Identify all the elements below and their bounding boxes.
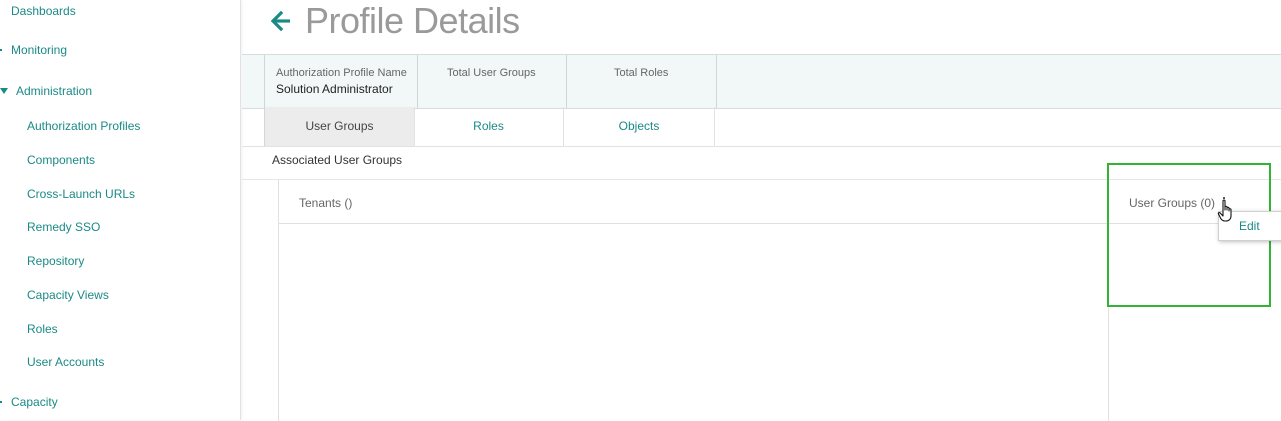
total-user-groups-label: Total User Groups <box>447 67 536 79</box>
profile-name-cell: Authorization Profile Name Solution Admi… <box>264 55 418 108</box>
sidebar-item-label: Administration <box>16 84 93 98</box>
sidebar-item-label: Roles <box>27 322 58 336</box>
sidebar-item-roles[interactable]: Roles <box>27 322 58 336</box>
sidebar-item-label: Monitoring <box>11 43 68 57</box>
sidebar-item-label: Repository <box>27 254 85 268</box>
section-title: Associated User Groups <box>272 153 403 167</box>
grid-divider <box>278 180 279 421</box>
sidebar-item-label: Cross-Launch URLs <box>27 187 136 201</box>
profile-name-value: Solution Administrator <box>276 82 393 96</box>
sidebar-item-remedy-sso[interactable]: Remedy SSO <box>27 220 100 234</box>
total-roles-label: Total Roles <box>614 67 669 79</box>
total-user-groups-cell: Total User Groups <box>417 55 567 108</box>
expanded-triangle-icon[interactable] <box>0 88 8 94</box>
sidebar: Dashboards Monitoring Administration Aut… <box>0 0 241 420</box>
sidebar-item-monitoring[interactable]: Monitoring <box>11 43 67 57</box>
sidebar-item-components[interactable]: Components <box>27 153 95 167</box>
sidebar-item-user-accounts[interactable]: User Accounts <box>27 355 104 369</box>
sidebar-item-repository[interactable]: Repository <box>27 254 84 268</box>
hand-cursor-icon <box>1217 199 1232 222</box>
tab-bar: User Groups Roles Objects <box>242 107 1281 147</box>
tab-user-groups[interactable]: User Groups <box>264 107 415 146</box>
sidebar-item-capacity-views[interactable]: Capacity Views <box>27 288 109 302</box>
total-roles-cell: Total Roles <box>567 55 717 108</box>
sidebar-item-label: User Accounts <box>27 355 105 369</box>
sidebar-item-label: Capacity Views <box>27 288 109 302</box>
sidebar-item-label: Remedy SSO <box>27 220 101 234</box>
sidebar-item-cross-launch-urls[interactable]: Cross-Launch URLs <box>27 187 135 201</box>
sidebar-item-label: Capacity <box>11 395 58 409</box>
main-content: Profile Details Authorization Profile Na… <box>242 0 1281 421</box>
arrow-left-icon[interactable] <box>270 10 292 32</box>
page-title: Profile Details <box>305 0 520 41</box>
collapsed-bullet-icon <box>0 49 2 51</box>
sidebar-item-dashboards[interactable]: Dashboards <box>11 4 76 18</box>
sidebar-item-label: Dashboards <box>11 4 76 18</box>
collapsed-bullet-icon <box>0 401 2 403</box>
sidebar-item-label: Authorization Profiles <box>27 119 141 133</box>
sidebar-item-capacity[interactable]: Capacity <box>11 395 58 409</box>
sidebar-item-administration[interactable]: Administration <box>16 84 92 98</box>
sidebar-item-authorization-profiles[interactable]: Authorization Profiles <box>27 119 140 133</box>
menu-item-edit[interactable]: Edit <box>1239 219 1260 233</box>
profile-summary: Authorization Profile Name Solution Admi… <box>242 54 1281 109</box>
sidebar-item-label: Components <box>27 153 96 167</box>
profile-name-label: Authorization Profile Name <box>276 67 407 79</box>
tab-objects[interactable]: Objects <box>564 107 715 146</box>
tab-roles[interactable]: Roles <box>414 107 564 146</box>
tenants-column-header: Tenants () <box>299 196 353 210</box>
